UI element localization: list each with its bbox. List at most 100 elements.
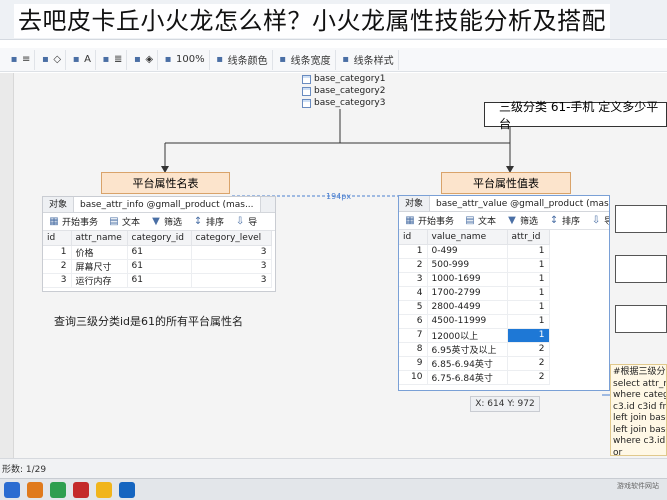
table-cell[interactable]: 6.95英寸及以上 [427, 342, 508, 357]
side-box-3[interactable] [615, 305, 667, 333]
filter-button[interactable]: ▼ 筛选 [145, 215, 187, 229]
toolbar-item-line-style[interactable]: ▪ 线条样式 [336, 49, 399, 70]
column-header-attr_name[interactable]: attr_name [71, 231, 128, 246]
column-header-id[interactable]: id [399, 230, 428, 245]
table-row[interactable]: 2 500-999 1 [399, 258, 550, 273]
table-cell[interactable]: 4500-11999 [427, 314, 508, 329]
table-row[interactable]: 6 4500-11999 1 [399, 314, 550, 329]
column-header-attr_id[interactable]: attr_id [507, 230, 550, 245]
table-cell[interactable]: 0-499 [427, 244, 508, 259]
table-row[interactable]: 8 6.95英寸及以上 2 [399, 342, 550, 357]
table-cell[interactable]: 61 [127, 273, 192, 288]
toolbar-item-align[interactable]: ▪ ≣ [96, 49, 128, 70]
toolbar-item-fill[interactable]: ▪ ◇ [35, 49, 67, 70]
toolbar-item-line-width[interactable]: ▪ 线条宽度 [273, 49, 336, 70]
table-cell[interactable]: 61 [127, 245, 192, 260]
table-cell[interactable]: 2 [507, 342, 550, 357]
table-cell[interactable]: 5 [399, 300, 428, 315]
toolbar-item-zoom[interactable]: ▪ 100% [158, 49, 210, 70]
table-cell[interactable]: 1 [507, 272, 550, 287]
table-cell[interactable]: 7 [399, 328, 428, 343]
column-header-value_name[interactable]: value_name [427, 230, 508, 245]
text-button[interactable]: ▤ 文本 [459, 214, 501, 228]
toolbar-item-line-color[interactable]: ▪ 线条颜色 [210, 49, 273, 70]
table-cell[interactable]: 1 [507, 244, 550, 259]
sort-button[interactable]: ↕ 排序 [187, 215, 229, 229]
table-cell[interactable]: 6 [399, 314, 428, 329]
table-cell[interactable]: 1 [507, 300, 550, 315]
category-item[interactable]: base_category3 [302, 97, 385, 109]
table-row[interactable]: 5 2800-4499 1 [399, 300, 550, 315]
table-cell[interactable]: 1 [43, 245, 72, 260]
app-icon[interactable] [50, 481, 66, 498]
column-header-category_level[interactable]: category_level [191, 231, 272, 246]
toolbar-item-font-color[interactable]: ▪ A [66, 49, 96, 70]
import-button[interactable]: ⇩ 导 [229, 215, 262, 229]
table-cell[interactable]: 1 [399, 244, 428, 259]
table-row[interactable]: 3 1000-1699 1 [399, 272, 550, 287]
table-cell[interactable]: 屏幕尺寸 [71, 259, 128, 274]
app-icon[interactable] [27, 481, 43, 498]
app-icon[interactable] [119, 481, 135, 498]
table-cell[interactable]: 500-999 [427, 258, 508, 273]
table-cell[interactable]: 9 [399, 356, 428, 371]
side-box-1[interactable] [615, 205, 667, 233]
table-row[interactable]: 4 1700-2799 1 [399, 286, 550, 301]
app-icon[interactable] [4, 481, 20, 498]
table-cell[interactable]: 2 [43, 259, 72, 274]
category-item[interactable]: base_category2 [302, 85, 385, 97]
tab-base-attr-info[interactable]: base_attr_info @gmall_product (mas... [74, 197, 261, 212]
import-button[interactable]: ⇩导入 [585, 214, 609, 228]
top-note-box[interactable]: 三级分类 61-手机 定义多少平台 [484, 100, 667, 131]
tab-base-attr-value[interactable]: base_attr_value @gmall_product (mas... [430, 196, 609, 211]
begin-transaction-button[interactable]: ▦ 开始事务 [399, 214, 459, 228]
tab-objects[interactable]: 对象 [43, 197, 75, 212]
table-cell[interactable]: 1700-2799 [427, 286, 508, 301]
left-header-box[interactable]: 平台属性名表 [101, 172, 230, 194]
filter-button[interactable]: ▼ 筛选 [501, 214, 543, 228]
sort-button[interactable]: ↕ 排序 [543, 214, 585, 228]
table-row[interactable]: 9 6.85-6.94英寸 2 [399, 356, 550, 371]
table-cell[interactable]: 1 [507, 314, 550, 329]
table-cell[interactable]: 2 [507, 370, 550, 385]
table-cell[interactable]: 3 [43, 273, 72, 288]
text-button[interactable]: ▤ 文本 [103, 215, 145, 229]
table-cell[interactable]: 3 [191, 245, 272, 260]
table-row[interactable]: 7 12000以上 1 [399, 328, 550, 343]
category-item[interactable]: base_category1 [302, 73, 385, 85]
column-header-category_id[interactable]: category_id [127, 231, 192, 246]
table-cell[interactable]: 10 [399, 370, 428, 385]
column-header-id[interactable]: id [43, 231, 72, 246]
table-row[interactable]: 3 运行内存 61 3 [43, 273, 272, 288]
table-row[interactable]: 1 0-499 1 [399, 244, 550, 259]
toolbar-item-brush[interactable]: ▪ ◈ [127, 49, 159, 70]
table-cell[interactable]: 2 [399, 258, 428, 273]
table-row[interactable]: 10 6.75-6.84英寸 2 [399, 370, 550, 385]
table-row[interactable]: 1 价格 61 3 [43, 245, 272, 260]
table-cell[interactable]: 61 [127, 259, 192, 274]
table-cell[interactable]: 1000-1699 [427, 272, 508, 287]
table-cell[interactable]: 4 [399, 286, 428, 301]
tab-objects[interactable]: 对象 [399, 196, 431, 211]
right-header-box[interactable]: 平台属性值表 [441, 172, 571, 194]
table-cell[interactable]: 12000以上 [427, 328, 508, 343]
table-cell[interactable]: 1 [507, 258, 550, 273]
table-cell[interactable]: 2800-4499 [427, 300, 508, 315]
table-cell[interactable]: 3 [399, 272, 428, 287]
table-cell[interactable]: 3 [191, 259, 272, 274]
table-cell[interactable]: 运行内存 [71, 273, 128, 288]
app-icon[interactable] [73, 481, 89, 498]
table-cell[interactable]: 1 [507, 328, 550, 343]
table-cell[interactable]: 1 [507, 286, 550, 301]
table-row[interactable]: 2 屏幕尺寸 61 3 [43, 259, 272, 274]
table-cell[interactable]: 价格 [71, 245, 128, 260]
app-icon[interactable] [96, 481, 112, 498]
table-cell[interactable]: 8 [399, 342, 428, 357]
table-cell[interactable]: 3 [191, 273, 272, 288]
toolbar-item-layout[interactable]: ▪ ≡ [4, 49, 36, 70]
side-box-2[interactable] [615, 255, 667, 283]
table-cell[interactable]: 2 [507, 356, 550, 371]
table-cell[interactable]: 6.75-6.84英寸 [427, 370, 508, 385]
begin-transaction-button[interactable]: ▦ 开始事务 [43, 215, 103, 229]
table-cell[interactable]: 6.85-6.94英寸 [427, 356, 508, 371]
